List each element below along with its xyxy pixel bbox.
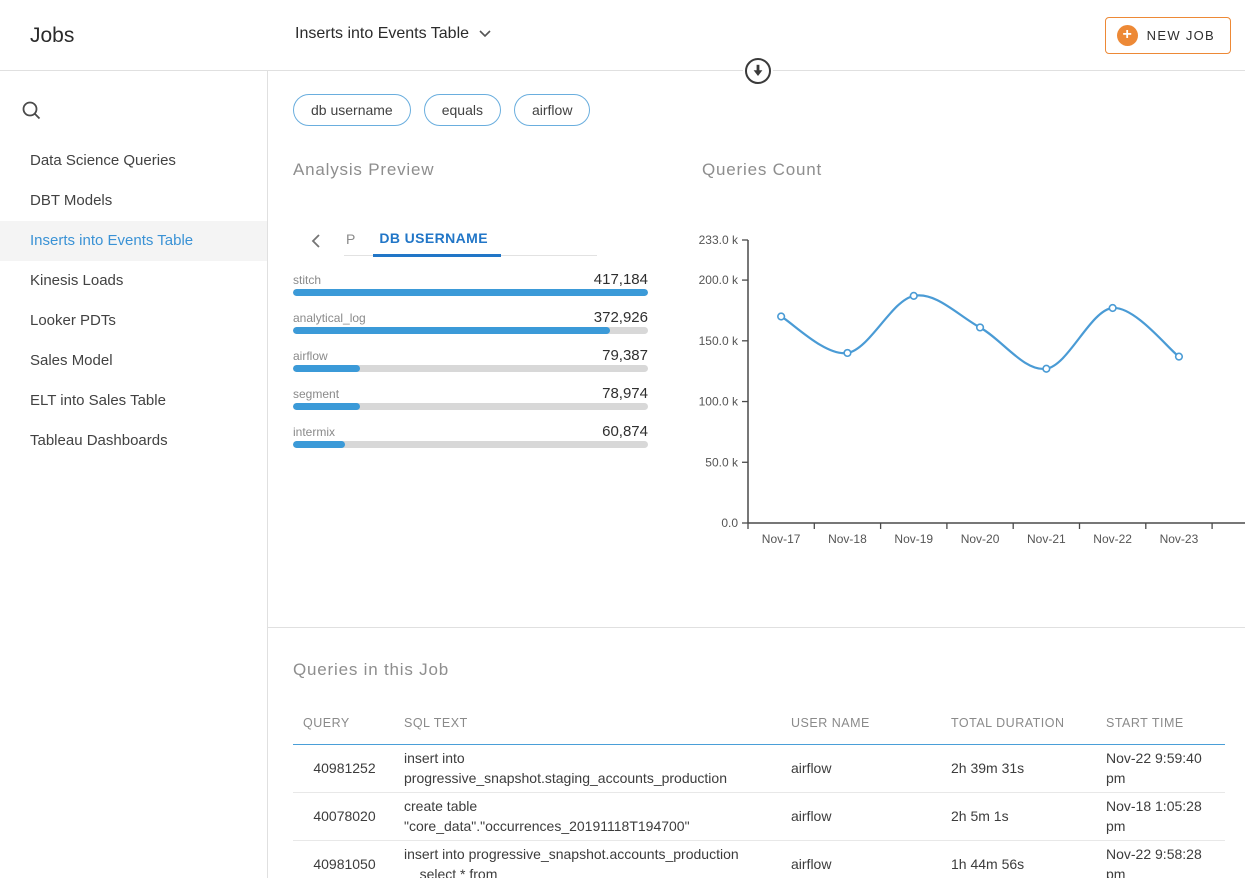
sidebar-item-kinesis-loads[interactable]: Kinesis Loads [0, 261, 267, 301]
table-row[interactable]: 40981050insert into progressive_snapshot… [293, 840, 1225, 878]
column-header-start-time: START TIME [1096, 703, 1225, 744]
sidebar-item-dbt-models[interactable]: DBT Models [0, 181, 267, 221]
cell-sql: create table "core_data"."occurrences_20… [396, 792, 781, 840]
filter-chips: db username equals airflow [293, 94, 590, 126]
cell-query: 40078020 [293, 792, 396, 840]
bar-label: segment [293, 387, 339, 401]
column-header-query: QUERY [293, 703, 396, 744]
bar-label: airflow [293, 349, 328, 363]
cell-user: airflow [781, 744, 941, 792]
filter-chip-equals[interactable]: equals [424, 94, 501, 126]
bar-value: 78,974 [602, 385, 648, 402]
sidebar-nav: Data Science QueriesDBT ModelsInserts in… [0, 141, 267, 461]
analysis-tabstrip: P DB USERNAME [344, 226, 597, 256]
chevron-left-icon[interactable] [310, 233, 322, 254]
download-icon[interactable] [743, 56, 773, 86]
job-selector-dropdown[interactable]: Inserts into Events Table [295, 25, 491, 43]
cell-sql: insert into progressive_snapshot.account… [396, 840, 781, 878]
cell-dur: 2h 5m 1s [941, 792, 1096, 840]
cell-start: Nov-22 9:59:40 pm [1096, 744, 1225, 792]
cell-user: airflow [781, 792, 941, 840]
bar-track [293, 327, 648, 334]
svg-text:Nov-19: Nov-19 [894, 532, 933, 546]
bar-row-intermix: intermix 60,874 [293, 423, 648, 461]
svg-text:Nov-17: Nov-17 [762, 532, 801, 546]
table-row[interactable]: 40078020create table "core_data"."occurr… [293, 792, 1225, 840]
new-job-button[interactable]: + NEW JOB [1105, 17, 1231, 54]
queries-count-line-chart: 0.0 50.0 k 100.0 k 150.0 k 200.0 k 233.0 k Nov… [690, 230, 1245, 560]
section-divider [268, 627, 1245, 628]
bar-value: 417,184 [594, 271, 648, 288]
svg-text:150.0 k: 150.0 k [699, 334, 739, 348]
cell-dur: 1h 44m 56s [941, 840, 1096, 878]
bar-track [293, 289, 648, 296]
bar-value: 79,387 [602, 347, 648, 364]
cell-dur: 2h 39m 31s [941, 744, 1096, 792]
column-header-user-name: USER NAME [781, 703, 941, 744]
bar-fill [293, 441, 345, 448]
svg-text:200.0 k: 200.0 k [699, 273, 739, 287]
sidebar-item-elt-into-sales-table[interactable]: ELT into Sales Table [0, 381, 267, 421]
sidebar-item-sales-model[interactable]: Sales Model [0, 341, 267, 381]
tab-partial[interactable]: P [344, 231, 357, 255]
svg-text:233.0 k: 233.0 k [699, 233, 739, 247]
bar-track [293, 403, 648, 410]
svg-text:Nov-18: Nov-18 [828, 532, 867, 546]
cell-query: 40981050 [293, 840, 396, 878]
column-header-total-duration: TOTAL DURATION [941, 703, 1096, 744]
bar-fill [293, 289, 648, 296]
bar-fill [293, 403, 360, 410]
sidebar-item-looker-pdts[interactable]: Looker PDTs [0, 301, 267, 341]
cell-sql: insert into progressive_snapshot.staging… [396, 744, 781, 792]
app-header: Jobs Inserts into Events Table + NEW JOB [0, 0, 1245, 71]
db-username-bar-chart: stitch 417,184 analytical_log 372,926 airflo… [293, 271, 648, 461]
queries-count-title: Queries Count [702, 160, 822, 180]
table-header-row: QUERYSQL TEXTUSER NAMETOTAL DURATIONSTAR… [293, 703, 1225, 744]
page-title: Jobs [30, 24, 74, 48]
bar-value: 372,926 [594, 309, 648, 326]
bar-label: intermix [293, 425, 335, 439]
column-header-sql-text: SQL TEXT [396, 703, 781, 744]
svg-text:Nov-21: Nov-21 [1027, 532, 1066, 546]
svg-text:Nov-20: Nov-20 [961, 532, 1000, 546]
bar-row-segment: segment 78,974 [293, 385, 648, 423]
cell-start: Nov-18 1:05:28 pm [1096, 792, 1225, 840]
svg-text:Nov-22: Nov-22 [1093, 532, 1132, 546]
filter-chip-airflow[interactable]: airflow [514, 94, 590, 126]
job-selector-value: Inserts into Events Table [295, 25, 469, 43]
app-root: Jobs Inserts into Events Table + NEW JOB… [0, 0, 1245, 878]
bar-track [293, 441, 648, 448]
svg-text:50.0 k: 50.0 k [705, 455, 739, 469]
tab-db-username[interactable]: DB USERNAME [373, 230, 501, 257]
sidebar-item-data-science-queries[interactable]: Data Science Queries [0, 141, 267, 181]
queries-table: QUERYSQL TEXTUSER NAMETOTAL DURATIONSTAR… [293, 703, 1225, 878]
analysis-preview-title: Analysis Preview [293, 160, 434, 180]
cell-user: airflow [781, 840, 941, 878]
bar-fill [293, 327, 610, 334]
plus-icon: + [1117, 25, 1138, 46]
svg-text:0.0: 0.0 [721, 516, 738, 530]
bar-row-stitch: stitch 417,184 [293, 271, 648, 309]
bar-label: analytical_log [293, 311, 366, 325]
svg-text:Nov-23: Nov-23 [1160, 532, 1199, 546]
cell-query: 40981252 [293, 744, 396, 792]
search-icon[interactable] [21, 100, 43, 127]
bar-row-airflow: airflow 79,387 [293, 347, 648, 385]
table-row[interactable]: 40981252insert into progressive_snapshot… [293, 744, 1225, 792]
queries-table-title: Queries in this Job [293, 660, 449, 680]
sidebar: Data Science QueriesDBT ModelsInserts in… [0, 71, 268, 878]
new-job-label: NEW JOB [1147, 28, 1215, 43]
arrow-down-circle-icon [744, 57, 772, 85]
bar-row-analytical_log: analytical_log 372,926 [293, 309, 648, 347]
filter-chip-db-username[interactable]: db username [293, 94, 411, 126]
bar-track [293, 365, 648, 372]
chevron-down-icon [479, 30, 491, 38]
sidebar-item-tableau-dashboards[interactable]: Tableau Dashboards [0, 421, 267, 461]
svg-text:100.0 k: 100.0 k [699, 395, 739, 409]
bar-value: 60,874 [602, 423, 648, 440]
cell-start: Nov-22 9:58:28 pm [1096, 840, 1225, 878]
bar-label: stitch [293, 273, 321, 287]
bar-fill [293, 365, 360, 372]
sidebar-item-inserts-into-events-table[interactable]: Inserts into Events Table [0, 221, 267, 261]
